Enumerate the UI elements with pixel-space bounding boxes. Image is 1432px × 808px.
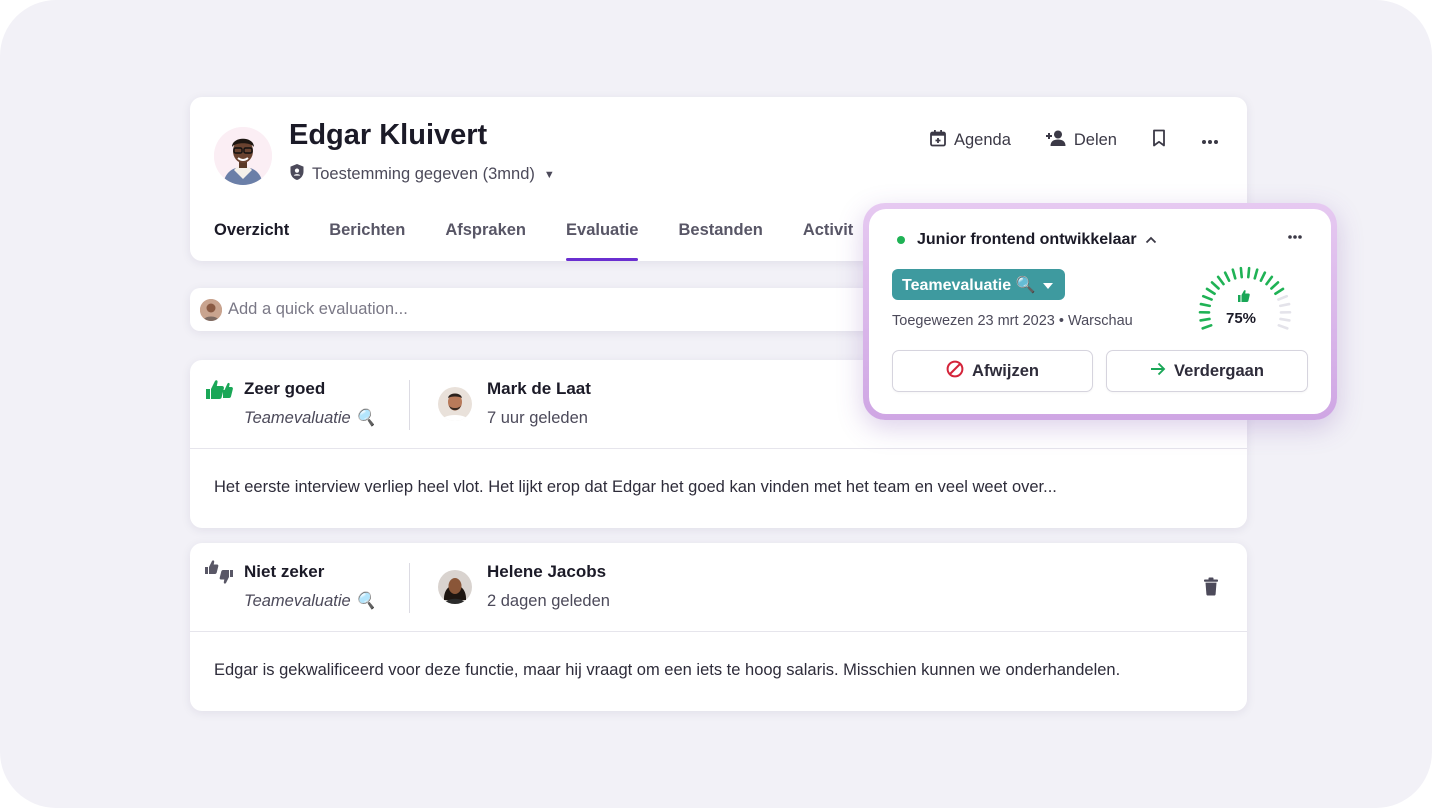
gauge-tick (1223, 271, 1231, 282)
gauge-tick (1279, 317, 1291, 322)
stage-dropdown[interactable]: Teamevaluatie 🔍 (892, 269, 1066, 300)
gauge-tick (1199, 317, 1211, 322)
evaluation-rating: Zeer goed (244, 379, 326, 398)
thumbs-up-icon (1237, 289, 1251, 308)
person-add-icon (1045, 129, 1067, 152)
agenda-label: Agenda (953, 131, 1011, 149)
proceed-label: Verdergaan (1174, 361, 1264, 380)
reviewer-avatar (438, 387, 472, 421)
score-gauge: 75% (1191, 263, 1299, 343)
divider (409, 380, 410, 430)
thumbs-up-down-icon (204, 559, 234, 590)
share-label: Delen (1073, 131, 1117, 149)
caret-down-icon: ▼ (543, 168, 555, 181)
header-actions: Agenda Delen (929, 129, 1219, 152)
app-frame: Edgar Kluivert Toestemming gegeven (3mnd… (0, 0, 1432, 808)
gauge-tick (1278, 302, 1291, 308)
bookmark-button[interactable] (1151, 129, 1167, 152)
job-title-dropdown[interactable]: Junior frontend ontwikkelaar (897, 231, 1157, 249)
more-horizontal-icon[interactable] (1287, 227, 1303, 245)
gauge-tick (1210, 281, 1220, 290)
trash-icon[interactable] (1203, 577, 1219, 601)
evaluation-type: Teamevaluatie 🔍 (244, 409, 376, 427)
quick-evaluation-input[interactable]: Add a quick evaluation... (190, 288, 950, 331)
gauge-tick (1259, 271, 1267, 282)
gauge-tick (1239, 266, 1244, 279)
gauge-tick (1246, 266, 1251, 279)
status-dot (897, 236, 905, 244)
reviewer-avatar (438, 570, 472, 604)
share-button[interactable]: Delen (1045, 129, 1117, 152)
reject-label: Afwijzen (972, 361, 1039, 380)
reviewer-name: Helene Jacobs (487, 562, 607, 581)
assigned-date: Toegewezen 23 mrt 2023 (892, 313, 1055, 329)
more-horizontal-icon (1201, 131, 1219, 150)
separator-dot: • (1058, 313, 1068, 329)
shield-icon (289, 163, 305, 186)
evaluation-time: 7 uur geleden (487, 409, 588, 427)
stage-label: Teamevaluatie 🔍 (902, 276, 1036, 294)
gauge-tick (1201, 324, 1213, 330)
location: Warschau (1067, 313, 1133, 329)
bookmark-icon (1151, 129, 1167, 152)
double-thumbs-up-icon (204, 376, 234, 407)
evaluation-text: Het eerste interview verliep heel vlot. … (214, 478, 1057, 496)
gauge-tick (1274, 287, 1285, 296)
consent-label: Toestemming gegeven (3mnd) (312, 165, 535, 183)
user-avatar (200, 298, 222, 321)
reviewer-name: Mark de Laat (487, 379, 591, 398)
evaluation-type: Teamevaluatie 🔍 (244, 592, 376, 610)
tab-bar: Overzicht Berichten Afspraken Evaluatie … (214, 221, 853, 261)
gauge-tick (1216, 275, 1225, 286)
gauge-tick (1277, 294, 1289, 301)
score-value: 75% (1226, 310, 1257, 327)
more-button[interactable] (1201, 131, 1219, 150)
evaluation-text: Edgar is gekwalificeerd voor deze functi… (214, 661, 1121, 679)
gauge-tick (1231, 268, 1237, 280)
arrow-right-icon (1150, 362, 1166, 381)
tab-bestanden[interactable]: Bestanden (678, 221, 762, 261)
candidate-name: Edgar Kluivert (289, 119, 488, 151)
gauge-tick (1199, 302, 1212, 308)
job-title: Junior frontend ontwikkelaar (917, 231, 1137, 248)
tab-evaluatie[interactable]: Evaluatie (566, 221, 639, 261)
gauge-tick (1277, 324, 1289, 330)
assignment-info: Toegewezen 23 mrt 2023 • Warschau (892, 313, 1133, 329)
gauge-tick (1201, 294, 1213, 301)
gauge-tick (1265, 275, 1274, 286)
evaluation-rating: Niet zeker (244, 562, 325, 581)
tab-afspraken[interactable]: Afspraken (445, 221, 526, 261)
tab-overzicht[interactable]: Overzicht (214, 221, 289, 261)
consent-dropdown[interactable]: Toestemming gegeven (3mnd) ▼ (289, 163, 555, 186)
evaluation-card: Niet zeker Teamevaluatie 🔍 Helene Jacobs… (190, 543, 1247, 711)
quick-evaluation-placeholder: Add a quick evaluation... (228, 300, 408, 318)
evaluation-header: Niet zeker Teamevaluatie 🔍 Helene Jacobs… (190, 543, 1247, 632)
candidate-avatar (214, 127, 272, 185)
calendar-add-icon (929, 129, 947, 152)
divider (409, 563, 410, 613)
job-popup-panel: Junior frontend ontwikkelaar Teamevaluat… (869, 209, 1331, 414)
gauge-tick (1205, 287, 1216, 296)
evaluation-time: 2 dagen geleden (487, 592, 610, 610)
agenda-button[interactable]: Agenda (929, 129, 1011, 152)
reject-button[interactable]: Afwijzen (892, 350, 1093, 392)
tab-berichten[interactable]: Berichten (329, 221, 405, 261)
chevron-up-icon (1145, 231, 1157, 249)
gauge-tick (1270, 281, 1280, 290)
job-popup: Junior frontend ontwikkelaar Teamevaluat… (863, 203, 1337, 420)
caret-down-icon (1043, 276, 1054, 294)
proceed-button[interactable]: Verdergaan (1106, 350, 1308, 392)
block-icon (946, 360, 964, 383)
tab-activiteit[interactable]: Activit (803, 221, 853, 261)
gauge-tick (1253, 268, 1259, 280)
